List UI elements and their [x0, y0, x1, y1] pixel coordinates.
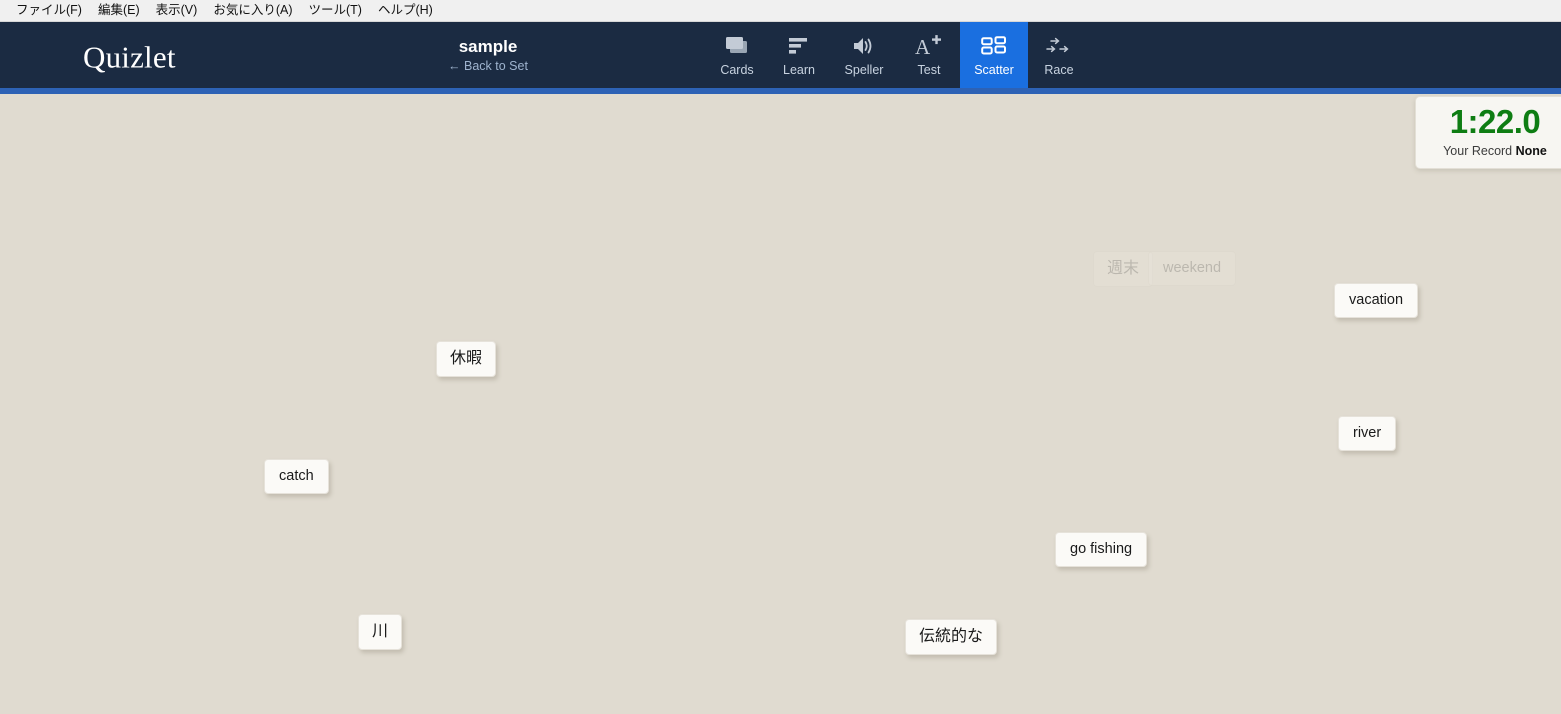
scatter-tile[interactable]: vacation [1334, 283, 1419, 318]
nav-item-test[interactable]: A Test [898, 22, 960, 94]
nav-label-speller: Speller [844, 62, 884, 77]
personal-record: Your Record None [1430, 144, 1560, 158]
speaker-icon [852, 34, 876, 58]
quizlet-logo[interactable]: Quizlet [83, 39, 176, 75]
menu-item-favorites[interactable]: お気に入り(A) [205, 0, 300, 21]
nav-item-learn[interactable]: Learn [768, 22, 830, 94]
cards-icon [724, 34, 750, 58]
menu-item-file[interactable]: ファイル(F) [8, 0, 90, 21]
set-title: sample [458, 37, 518, 56]
nav-item-cards[interactable]: Cards [706, 22, 768, 94]
nav-item-speller[interactable]: Speller [830, 22, 898, 94]
record-value: None [1515, 143, 1547, 158]
timer-value: 1:22.0 [1449, 103, 1541, 140]
scatter-tile[interactable]: weekend [1148, 251, 1237, 286]
nav-label-race: Race [1044, 62, 1074, 77]
nav-label-scatter: Scatter [974, 62, 1014, 77]
site-header: Quizlet sample ← Back to Set Cards Learn… [0, 22, 1561, 94]
learn-icon [788, 34, 810, 58]
timer-panel: 1:22.0 Your Record None [1415, 96, 1561, 169]
nav-item-scatter[interactable]: Scatter [960, 22, 1028, 94]
nav-label-learn: Learn [783, 62, 815, 77]
nav-item-race[interactable]: Race [1028, 22, 1090, 94]
menu-item-tools[interactable]: ツール(T) [300, 0, 369, 21]
record-label: Your Record [1443, 143, 1513, 158]
browser-menu-bar: ファイル(F) 編集(E) 表示(V) お気に入り(A) ツール(T) ヘルプ(… [0, 0, 1561, 22]
a-plus-icon: A [915, 34, 943, 58]
scatter-tile[interactable]: 川 [358, 614, 403, 650]
scatter-tile[interactable]: catch [264, 459, 329, 494]
scatter-playfield[interactable]: 週末 weekend vacation 休暇 river catch go fi… [0, 94, 1561, 711]
scatter-icon [981, 34, 1007, 58]
scatter-tile[interactable]: river [1338, 416, 1397, 451]
scatter-tile[interactable]: 伝統的な [905, 619, 998, 655]
menu-item-view[interactable]: 表示(V) [148, 0, 206, 21]
nav-label-cards: Cards [720, 62, 754, 77]
nav-label-test: Test [917, 62, 941, 77]
scatter-tile[interactable]: go fishing [1055, 532, 1148, 567]
menu-item-help[interactable]: ヘルプ(H) [370, 0, 441, 21]
set-title-block: sample ← Back to Set [410, 36, 566, 76]
scatter-tile[interactable]: 休暇 [436, 341, 497, 377]
svg-text:A: A [915, 35, 931, 57]
study-mode-nav: Cards Learn Speller A Test Scatter Race [706, 22, 1090, 94]
menu-item-edit[interactable]: 編集(E) [90, 0, 148, 21]
arrows-icon [1046, 34, 1072, 58]
scatter-tile[interactable]: 週末 [1093, 251, 1154, 287]
back-to-set-link[interactable]: ← Back to Set [410, 57, 566, 76]
